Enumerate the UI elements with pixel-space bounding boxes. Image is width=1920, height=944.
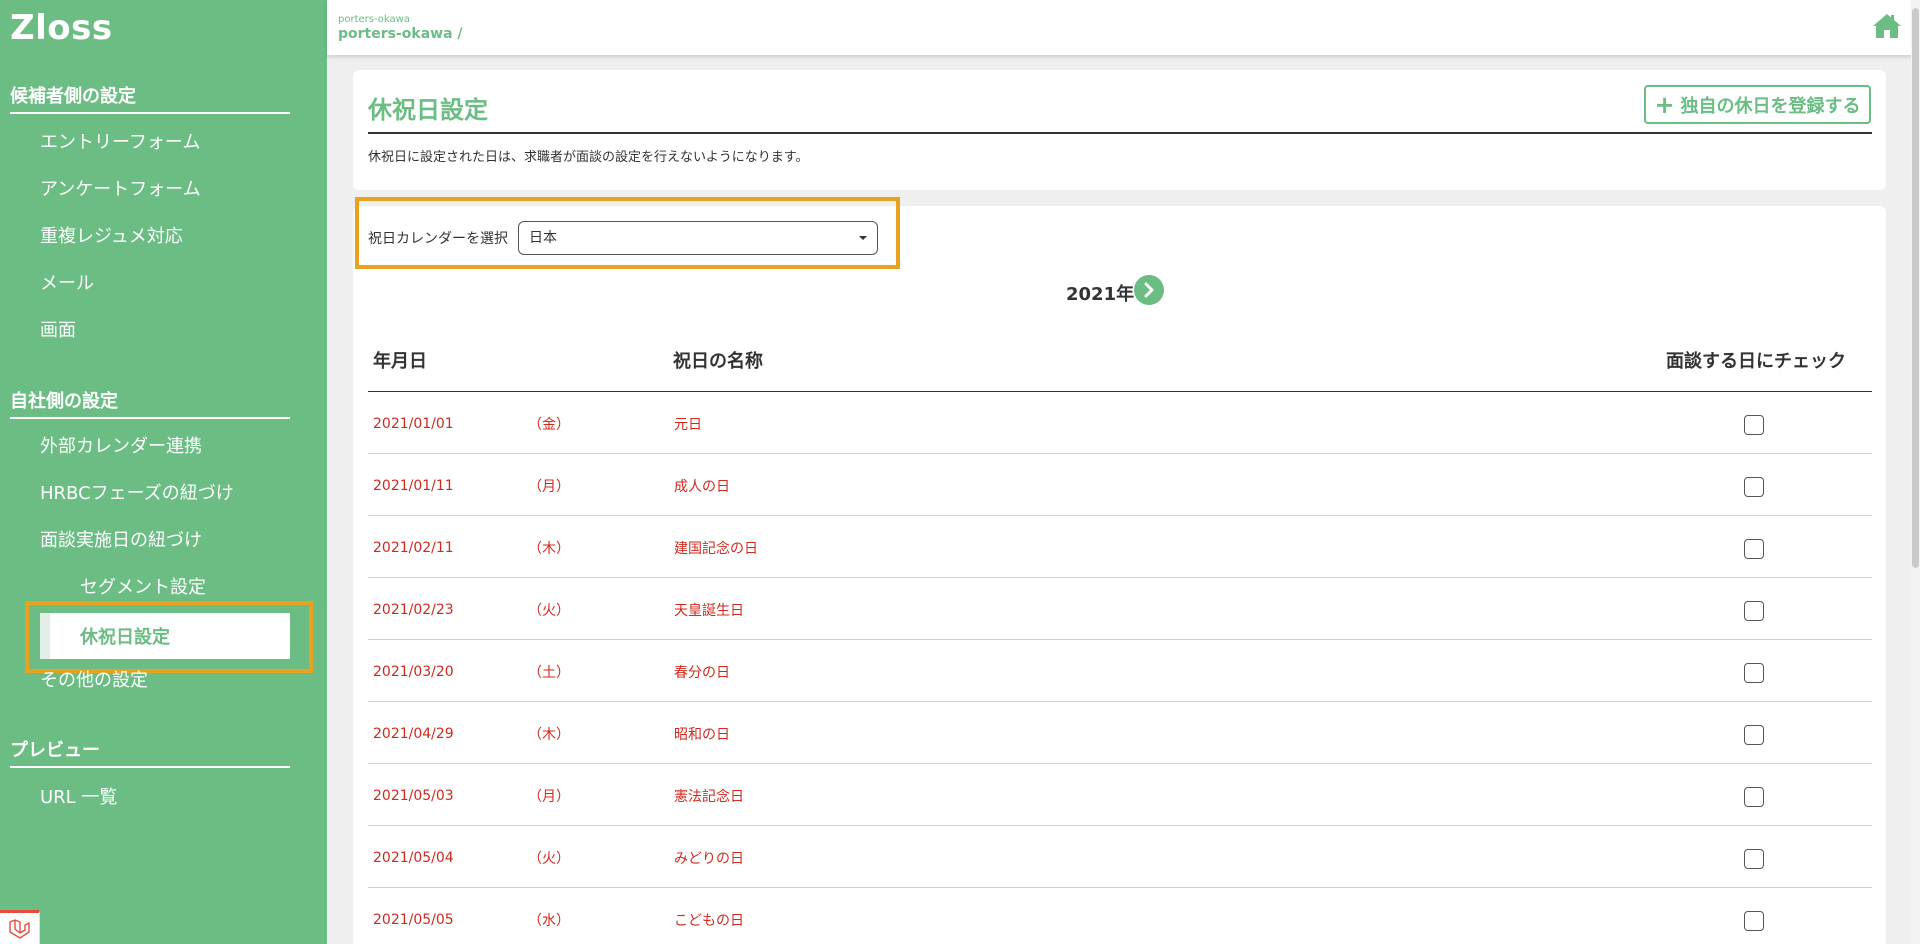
holiday-name: 成人の日 <box>674 479 730 495</box>
holiday-date: 2021/05/04 <box>373 850 454 866</box>
holiday-date: 2021/05/05 <box>373 912 454 928</box>
breadcrumb-account: porters-okawa <box>338 14 410 25</box>
app-logo[interactable]: Zloss <box>10 8 113 48</box>
add-custom-holiday-button[interactable]: + 独自の休日を登録する <box>1644 85 1871 124</box>
nav-mail[interactable]: メール <box>40 271 94 297</box>
holiday-weekday: （水） <box>528 913 570 929</box>
interview-day-checkbox[interactable] <box>1744 415 1764 435</box>
breadcrumb[interactable]: porters-okawa / <box>338 26 463 42</box>
holiday-weekday: （月） <box>528 789 570 805</box>
nav-url-list[interactable]: URL 一覧 <box>40 785 117 811</box>
table-row: 2021/01/11 （月） 成人の日 <box>368 454 1872 516</box>
holiday-date: 2021/02/23 <box>373 602 454 618</box>
interview-day-checkbox[interactable] <box>1744 663 1764 683</box>
holiday-date: 2021/03/20 <box>373 664 454 680</box>
section-title-candidate: 候補者側の設定 <box>10 82 290 114</box>
table-row: 2021/03/20 （土） 春分の日 <box>368 640 1872 702</box>
holiday-name: 天皇誕生日 <box>674 603 744 619</box>
interview-day-checkbox[interactable] <box>1744 539 1764 559</box>
holiday-weekday: （木） <box>528 541 570 557</box>
nav-entry-form[interactable]: エントリーフォーム <box>40 130 200 156</box>
scrollbar-thumb[interactable] <box>1912 8 1919 568</box>
nav-segment-settings[interactable]: セグメント設定 <box>80 575 206 601</box>
top-bar: porters-okawa porters-okawa / <box>327 0 1920 55</box>
holiday-date: 2021/02/11 <box>373 540 454 556</box>
table-row: 2021/04/29 （木） 昭和の日 <box>368 702 1872 764</box>
interview-day-checkbox[interactable] <box>1744 849 1764 869</box>
home-icon[interactable] <box>1872 13 1902 43</box>
table-row: 2021/02/23 （火） 天皇誕生日 <box>368 578 1872 640</box>
interview-day-checkbox[interactable] <box>1744 477 1764 497</box>
holiday-name: 元日 <box>674 417 702 433</box>
holiday-name: 憲法記念日 <box>674 789 744 805</box>
holiday-weekday: （火） <box>528 851 570 867</box>
holiday-name: 建国記念の日 <box>674 541 758 557</box>
nav-duplicate-resume[interactable]: 重複レジュメ対応 <box>40 224 183 250</box>
calendar-select-label: 祝日カレンダーを選択 <box>368 231 508 247</box>
column-header-holiday-name: 祝日の名称 <box>673 351 763 372</box>
highlight-box-sidebar <box>25 601 313 673</box>
page-description: 休祝日に設定された日は、求職者が面談の設定を行えないようになります。 <box>368 150 809 165</box>
nav-hrbc-phase[interactable]: HRBCフェーズの紐づけ <box>40 481 234 507</box>
table-row: 2021/05/04 （火） みどりの日 <box>368 826 1872 888</box>
chevron-right-icon <box>1144 282 1154 298</box>
holiday-date: 2021/05/03 <box>373 788 454 804</box>
holiday-weekday: （月） <box>528 479 570 495</box>
interview-day-checkbox[interactable] <box>1744 911 1764 931</box>
holiday-name: 春分の日 <box>674 665 730 681</box>
table-row: 2021/02/11 （木） 建国記念の日 <box>368 516 1872 578</box>
nav-interview-date[interactable]: 面談実施日の紐づけ <box>40 528 202 554</box>
nav-external-calendar[interactable]: 外部カレンダー連携 <box>40 434 202 460</box>
year-label: 2021年 <box>1066 284 1135 305</box>
laravel-icon <box>9 919 30 939</box>
debug-bar-toggle[interactable] <box>0 910 40 944</box>
interview-day-checkbox[interactable] <box>1744 787 1764 807</box>
page-title: 休祝日設定 <box>368 96 488 124</box>
section-title-company: 自社側の設定 <box>10 387 290 419</box>
column-header-interview-check: 面談する日にチェック <box>1666 351 1846 372</box>
holiday-weekday: （金） <box>528 417 570 433</box>
interview-day-checkbox[interactable] <box>1744 601 1764 621</box>
holiday-weekday: （火） <box>528 603 570 619</box>
holiday-date: 2021/01/11 <box>373 478 454 494</box>
section-title-preview: プレビュー <box>10 736 290 768</box>
table-row: 2021/05/03 （月） 憲法記念日 <box>368 764 1872 826</box>
holiday-name: こどもの日 <box>674 913 744 929</box>
title-divider <box>368 132 1872 134</box>
nav-other-settings[interactable]: その他の設定 <box>40 668 148 694</box>
holiday-name: みどりの日 <box>674 851 744 867</box>
holiday-date: 2021/04/29 <box>373 726 454 742</box>
holiday-weekday: （土） <box>528 665 570 681</box>
sidebar: Zloss 候補者側の設定 エントリーフォーム アンケートフォーム 重複レジュメ… <box>0 0 327 944</box>
plus-icon: + <box>1654 90 1675 119</box>
table-row: 2021/05/05 （水） こどもの日 <box>368 888 1872 944</box>
nav-screen[interactable]: 画面 <box>40 318 76 344</box>
table-row: 2021/01/01 （金） 元日 <box>368 392 1872 454</box>
nav-survey-form[interactable]: アンケートフォーム <box>40 177 201 203</box>
add-custom-holiday-label: 独自の休日を登録する <box>1680 95 1861 117</box>
column-header-date: 年月日 <box>373 351 427 372</box>
holiday-weekday: （木） <box>528 727 570 743</box>
next-year-button[interactable] <box>1134 275 1164 305</box>
holiday-name: 昭和の日 <box>674 727 730 743</box>
holiday-date: 2021/01/01 <box>373 416 454 432</box>
interview-day-checkbox[interactable] <box>1744 725 1764 745</box>
calendar-select[interactable]: 日本 <box>518 221 878 255</box>
